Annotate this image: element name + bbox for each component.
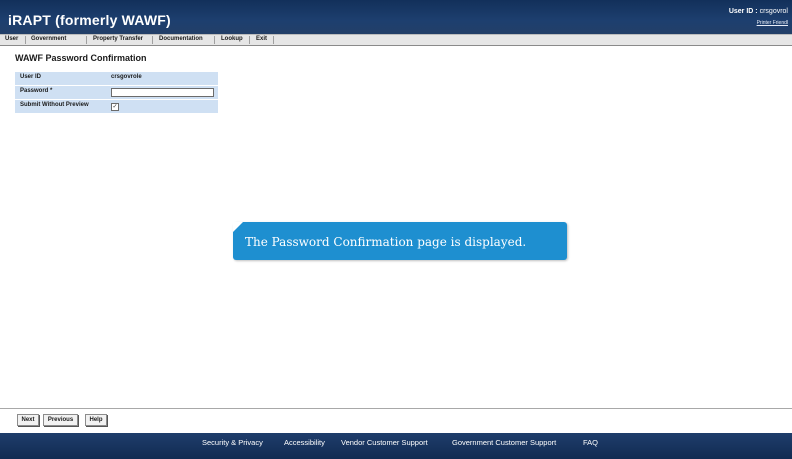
password-input[interactable] — [111, 88, 214, 97]
user-id-display: User ID : crsgovrol — [729, 8, 788, 15]
callout-text: The Password Confirmation page is displa… — [245, 235, 527, 249]
footer: Security & Privacy Accessibility Vendor … — [0, 433, 792, 459]
divider — [0, 408, 792, 409]
submit-without-preview-row: Submit Without Preview ✓ — [15, 100, 218, 113]
footer-link-security-privacy[interactable]: Security & Privacy — [202, 438, 263, 447]
app-title: iRAPT (formerly WAWF) — [8, 12, 171, 28]
password-row: Password * — [15, 86, 218, 99]
menu-separator — [25, 36, 26, 44]
user-id-field-label: User ID — [20, 74, 42, 80]
user-id-label: User ID : — [728, 8, 758, 15]
menu-separator — [249, 36, 250, 44]
password-confirmation-form: User ID crsgovrole Password * Submit Wit… — [15, 72, 218, 114]
user-id-row: User ID crsgovrole — [15, 72, 218, 85]
app-header: iRAPT (formerly WAWF) User ID : crsgovro… — [0, 0, 792, 34]
previous-button[interactable]: Previous — [43, 414, 78, 426]
submit-without-preview-label: Submit Without Preview — [20, 102, 89, 108]
page-title: WAWF Password Confirmation — [15, 53, 147, 63]
help-button[interactable]: Help — [85, 414, 107, 426]
menu-separator — [152, 36, 153, 44]
footer-link-vendor-support[interactable]: Vendor Customer Support — [341, 438, 428, 447]
menu-item-exit[interactable]: Exit — [256, 36, 267, 42]
menu-item-lookup[interactable]: Lookup — [221, 36, 243, 42]
user-id-value: crsgovrol — [759, 8, 788, 15]
password-field-label: Password * — [20, 88, 53, 94]
printer-friendly-link[interactable]: Printer Friendl — [757, 20, 788, 26]
callout-fold-corner — [233, 222, 243, 232]
menu-item-user[interactable]: User — [5, 36, 18, 42]
footer-link-accessibility[interactable]: Accessibility — [284, 438, 325, 447]
menu-separator — [214, 36, 215, 44]
next-button[interactable]: Next — [17, 414, 39, 426]
user-id-field-value: crsgovrole — [111, 74, 142, 80]
menu-item-documentation[interactable]: Documentation — [159, 36, 203, 42]
menu-separator — [86, 36, 87, 44]
menu-item-property-transfer[interactable]: Property Transfer — [93, 36, 143, 42]
tutorial-callout: The Password Confirmation page is displa… — [233, 222, 567, 260]
menu-item-government[interactable]: Government — [31, 36, 66, 42]
submit-without-preview-checkbox[interactable]: ✓ — [111, 103, 119, 111]
footer-link-government-support[interactable]: Government Customer Support — [452, 438, 556, 447]
footer-link-faq[interactable]: FAQ — [583, 438, 598, 447]
menu-separator — [273, 36, 274, 44]
menu-bar: User Government Property Transfer Docume… — [0, 34, 792, 46]
